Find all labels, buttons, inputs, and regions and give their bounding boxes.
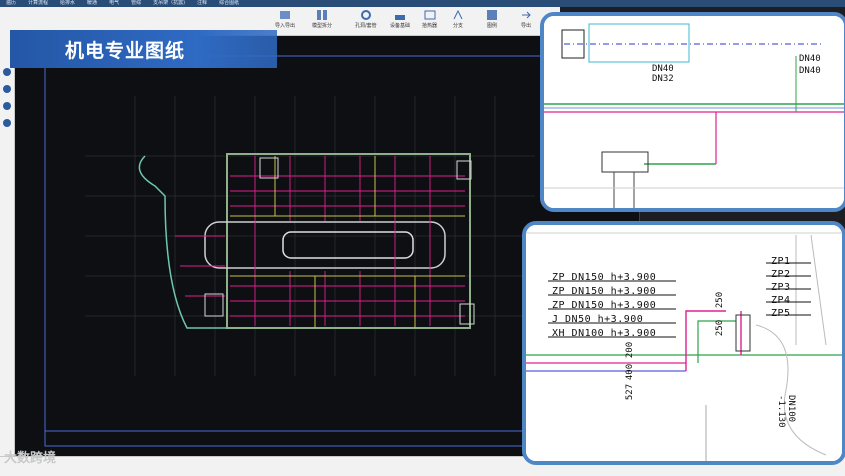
detail-view-1: DN40 DN32 DN40 DN40 [540, 12, 845, 212]
dim-label: 250 [715, 291, 726, 309]
branch-button[interactable]: 分支 [452, 9, 464, 33]
branch-icon [453, 9, 463, 20]
detail-view-2: ZP DN150 h+3.900 ZP DN150 h+3.900 ZP DN1… [522, 221, 845, 465]
zp-tag: ZP1 [771, 256, 791, 267]
page-title-banner: 机电专业图纸 [10, 30, 277, 68]
file-icon[interactable] [3, 85, 11, 93]
ribbon-tab-bar: 遍历 计算流程 给排水 暖通 电气 管综 支吊架（抗震) 注释 综合图纸 [0, 0, 845, 7]
pin-icon[interactable] [3, 68, 11, 76]
tab-home[interactable]: 遍历 [0, 0, 22, 7]
tab-support[interactable]: 支吊架（抗震) [147, 0, 191, 7]
legend-button[interactable]: 图例 [486, 9, 498, 33]
dim-label: DN40 [799, 66, 821, 76]
import-export-button[interactable]: 导入导出 [275, 9, 295, 33]
export-icon [522, 11, 531, 19]
tab-annotation[interactable]: 注释 [191, 0, 213, 7]
pipe-spec-label: XH DN100 h+3.900 [552, 328, 657, 339]
zp-tag: ZP3 [771, 282, 791, 293]
model-split-button[interactable]: 模型拆分 [312, 9, 332, 33]
dim-label: DN40 [799, 54, 821, 64]
pipe-spec-label: ZP DN150 h+3.900 [552, 272, 657, 283]
hole-icon [360, 10, 371, 20]
dim-label: 200 [625, 341, 636, 359]
left-toolbar [0, 35, 15, 475]
dim-label: 250 [715, 319, 726, 337]
help-icon[interactable] [3, 119, 11, 127]
tab-water[interactable]: 给排水 [54, 0, 81, 7]
tab-pipe[interactable]: 管综 [125, 0, 147, 7]
tab-calc[interactable]: 计算流程 [22, 0, 54, 7]
tab-electric[interactable]: 电气 [103, 0, 125, 7]
pipe-elevation-label: DN100 -1.130 [776, 395, 796, 428]
zp-tag: ZP2 [771, 269, 791, 280]
export-button[interactable]: 导出 [520, 9, 532, 33]
dim-label: 527 [625, 383, 636, 401]
layers-icon[interactable] [3, 102, 11, 110]
zp-tag: ZP4 [771, 295, 791, 306]
radiator-icon [424, 10, 435, 20]
equipment-base-button[interactable]: 设备基础 [390, 9, 410, 33]
pipe-spec-label: ZP DN150 h+3.900 [552, 300, 657, 311]
radiator-button[interactable]: 拾热器 [422, 9, 437, 33]
zp-tag: ZP5 [771, 308, 791, 319]
page-title: 机电专业图纸 [65, 40, 186, 62]
hole-sleeve-button[interactable]: 孔洞/套管 [355, 9, 377, 33]
pipe-spec-label: J DN50 h+3.900 [552, 314, 644, 325]
base-icon [395, 15, 405, 20]
legend-icon [487, 10, 497, 20]
tab-hvac[interactable]: 暖通 [81, 0, 103, 7]
dim-label: DN40 [652, 64, 674, 74]
import-icon [280, 11, 290, 19]
dim-label: DN32 [652, 74, 674, 84]
watermark-logo: 大数跨境 [4, 451, 57, 466]
split-icon [317, 10, 327, 20]
tab-drawing[interactable]: 综合图纸 [213, 0, 245, 7]
detail-1-drawing [544, 16, 844, 208]
pipe-spec-label: ZP DN150 h+3.900 [552, 286, 657, 297]
dim-label: 400 [625, 363, 636, 381]
